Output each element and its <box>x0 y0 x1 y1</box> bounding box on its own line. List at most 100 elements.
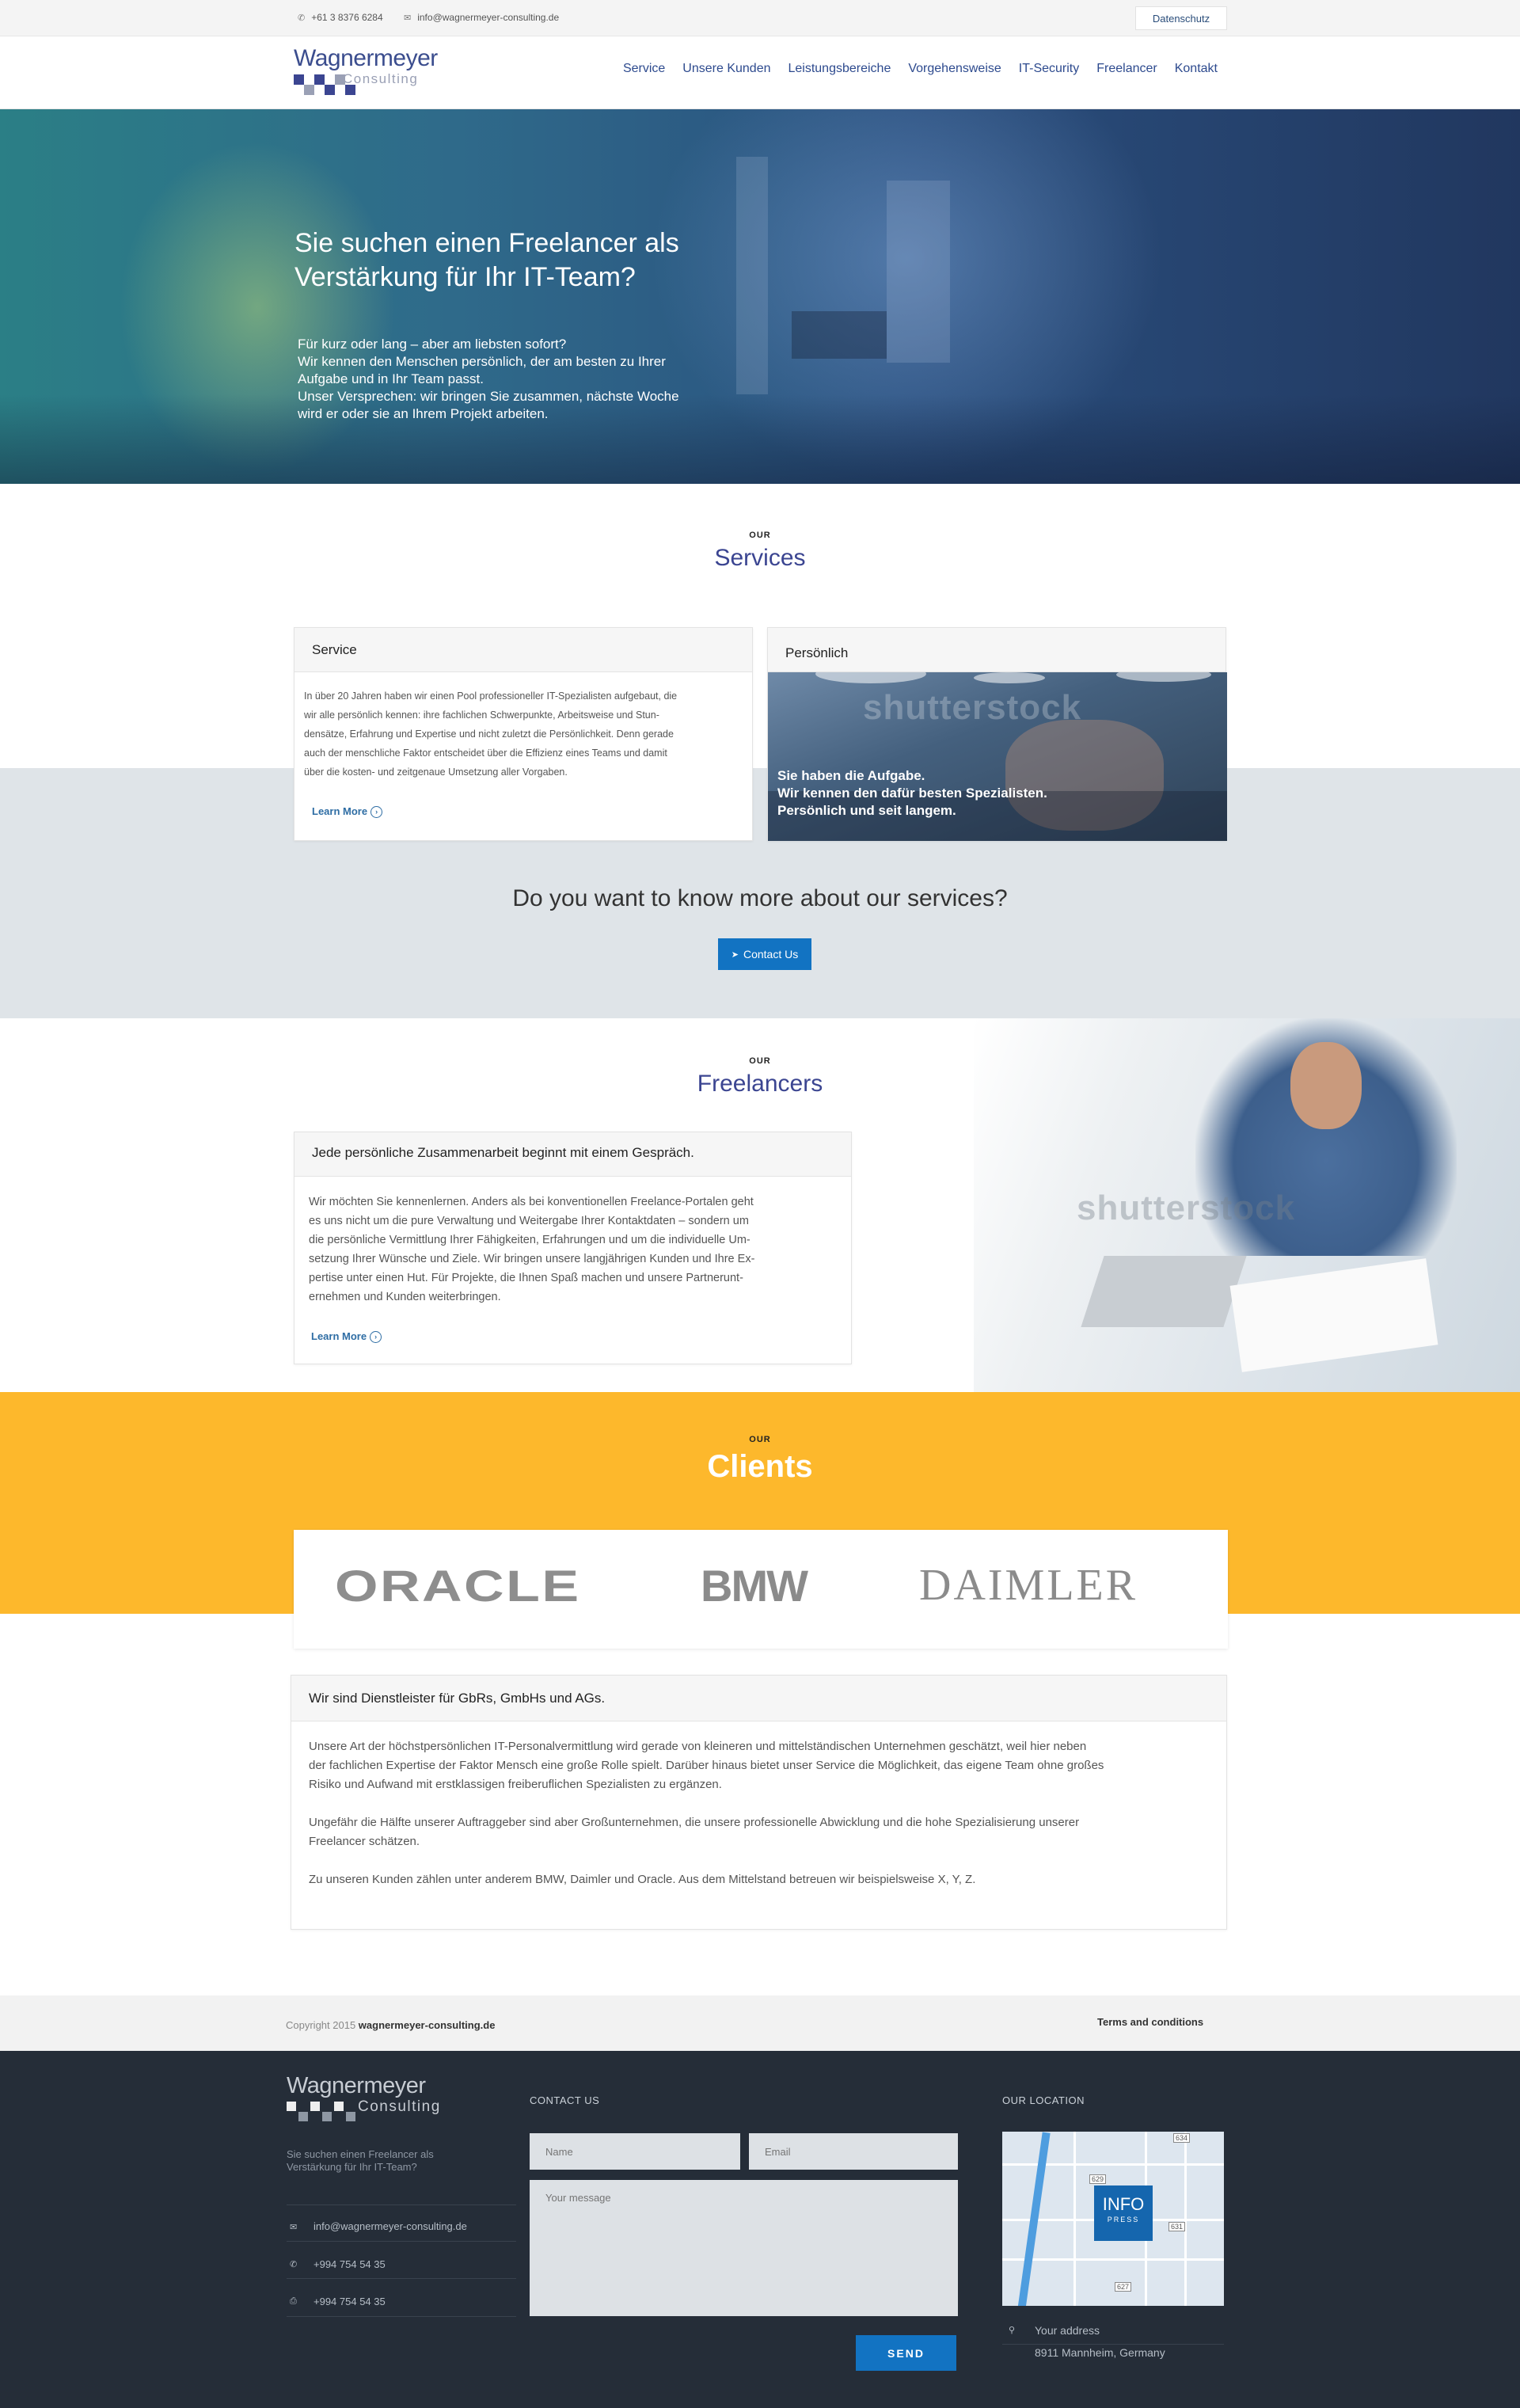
divider <box>287 2278 516 2279</box>
hero-text-line: Für kurz oder lang – aber am liebsten so… <box>298 337 567 352</box>
hero-title: Sie suchen einen Freelancer als Verstärk… <box>294 228 679 292</box>
freelancer-card-line: ernehmen und Kunden weiterbringen. <box>309 1291 501 1303</box>
divider <box>287 2316 516 2317</box>
footer-email[interactable]: info@wagnermeyer-consulting.de <box>314 2220 467 2232</box>
clients-label: OUR <box>749 1435 771 1444</box>
persoenlich-card-title: Persönlich <box>768 628 1226 672</box>
map-road <box>1184 2132 1187 2306</box>
nav-item-leistungsbereiche[interactable]: Leistungsbereiche <box>788 62 891 76</box>
about-line: der fachlichen Expertise der Faktor Mens… <box>309 1759 1104 1772</box>
site-logo[interactable]: Wagnermeyer Consulting <box>294 46 438 100</box>
client-logos: ORACLE BMW DAIMLER <box>294 1530 1228 1649</box>
topbar-phone-text: +61 3 8376 6284 <box>311 12 383 23</box>
about-card-text: Unsere Art der höchstpersönlichen IT-Per… <box>291 1721 1226 1889</box>
map-road <box>1002 2258 1224 2261</box>
chevron-right-icon: › <box>370 806 383 819</box>
map-badge-sub: PRESS <box>1107 2216 1140 2224</box>
chevron-right-icon: › <box>370 1331 382 1344</box>
footer-logo-sub: Consulting <box>358 2098 441 2115</box>
contact-us-button[interactable]: ➤ Contact Us <box>718 938 811 970</box>
logo-square <box>287 2102 296 2111</box>
arrow-circle-icon: ➤ <box>731 949 739 960</box>
datenschutz-button[interactable]: Datenschutz <box>1135 6 1227 30</box>
footer-tagline: Sie suchen einen Freelancer als Verstärk… <box>287 2148 434 2174</box>
logo-square <box>322 2112 332 2121</box>
service-learn-more-link[interactable]: Learn More › <box>312 805 383 819</box>
service-card: Service In über 20 Jahren haben wir eine… <box>294 627 753 841</box>
service-card-line: In über 20 Jahren haben wir einen Pool p… <box>304 690 678 702</box>
footer-logo[interactable]: Wagnermeyer Consulting <box>287 2073 461 2128</box>
freelancer-card: Jede persönliche Zusammenarbeit beginnt … <box>294 1132 852 1364</box>
divider <box>1002 2344 1224 2345</box>
freelancer-card-line: pertise unter einen Hut. Für Projekte, d… <box>309 1272 743 1284</box>
send-button[interactable]: SEND <box>856 2335 956 2371</box>
sketch-paper <box>1229 1258 1438 1372</box>
service-card-line: über die kosten- und zeitgenaue Umsetzun… <box>304 767 568 778</box>
email-input[interactable] <box>749 2133 958 2170</box>
freelancer-card-title: Jede persönliche Zusammenarbeit beginnt … <box>294 1132 851 1177</box>
watermark: shutterstock <box>1077 1189 1296 1227</box>
map-marker-icon: ⚲ <box>1009 2326 1016 2335</box>
contact-us-label: Contact Us <box>743 948 799 961</box>
copyright-domain: wagnermeyer-consulting.de <box>358 2019 496 2031</box>
logo-square <box>304 85 314 95</box>
nav-item-unsere-kunden[interactable]: Unsere Kunden <box>682 62 770 76</box>
bmw-logo: BMW <box>701 1561 808 1611</box>
map-label: 627 <box>1115 2282 1132 2292</box>
laptop <box>1081 1256 1247 1327</box>
freelancer-card-line: es uns nicht um die pure Verwaltung und … <box>309 1215 749 1227</box>
nav-item-freelancer[interactable]: Freelancer <box>1096 62 1157 76</box>
nav-item-vorgehensweise[interactable]: Vorgehensweise <box>908 62 1001 76</box>
services-title: Services <box>714 545 806 571</box>
copyright-text: Copyright 2015 <box>286 2019 356 2031</box>
topbar-email-text: info@wagnermeyer-consulting.de <box>417 12 560 23</box>
service-card-title: Service <box>294 628 752 672</box>
freelancer-card-line: die persönliche Vermittlung Ihrer Fähigk… <box>309 1234 750 1246</box>
map-label: 629 <box>1089 2174 1107 2184</box>
hero-banner: Sie suchen einen Freelancer als Verstärk… <box>0 109 1520 484</box>
services-label: OUR <box>749 531 771 540</box>
about-line: Zu unseren Kunden zählen unter anderem B… <box>309 1873 976 1886</box>
location-map[interactable]: 634 629 631 627 INFO PRESS <box>1002 2132 1224 2306</box>
map-label: 634 <box>1173 2133 1191 2143</box>
topbar-phone[interactable]: ✆ +61 3 8376 6284 <box>298 12 383 23</box>
footer-phone[interactable]: +994 754 54 35 <box>314 2258 386 2270</box>
logo-square <box>346 2112 355 2121</box>
nav-item-service[interactable]: Service <box>623 62 665 76</box>
terms-link[interactable]: Terms and conditions <box>1097 2016 1203 2028</box>
main-nav: Service Unsere Kunden Leistungsbereiche … <box>606 62 1218 76</box>
phone-icon: ✆ <box>298 13 306 23</box>
cta-question: Do you want to know more about our servi… <box>512 885 1008 911</box>
clients-title: Clients <box>707 1449 813 1484</box>
freelancer-card-line: setzung Ihrer Wünsche und Ziele. Wir bri… <box>309 1253 755 1265</box>
map-pin: INFO PRESS <box>1094 2185 1153 2241</box>
caption-line: Persönlich und seit langem. <box>777 803 956 818</box>
nav-item-kontakt[interactable]: Kontakt <box>1175 62 1218 76</box>
footer-tagline-line: Verstärkung für Ihr IT-Team? <box>287 2161 417 2173</box>
freelancers-label: OUR <box>749 1056 771 1066</box>
hero-shape <box>736 157 768 394</box>
learn-more-label: Learn More <box>312 805 368 817</box>
footer-logo-name: Wagnermeyer <box>287 2073 426 2098</box>
name-input[interactable] <box>530 2133 740 2170</box>
service-card-line: densätze, Erfahrung und Expertise und ni… <box>304 728 674 740</box>
divider <box>287 2241 516 2242</box>
service-card-line: wir alle persönlich kennen: ihre fachlic… <box>304 709 659 721</box>
hero-text: Für kurz oder lang – aber am liebsten so… <box>298 336 741 423</box>
fax-icon: ⎙ <box>290 2296 297 2306</box>
page: ✆ +61 3 8376 6284 ✉ info@wagnermeyer-consu… <box>0 0 1520 2408</box>
hero-shape <box>887 181 950 363</box>
phone-icon: ✆ <box>290 2260 298 2269</box>
hero-text-line: Aufgabe und in Ihr Team passt. <box>298 371 484 386</box>
top-bar: ✆ +61 3 8376 6284 ✉ info@wagnermeyer-consu… <box>0 0 1520 36</box>
lamp-light <box>1116 672 1211 682</box>
footer-fax: +994 754 54 35 <box>314 2296 386 2307</box>
nav-item-it-security[interactable]: IT-Security <box>1019 62 1079 76</box>
topbar-email[interactable]: ✉ info@wagnermeyer-consulting.de <box>404 12 559 23</box>
oracle-logo: ORACLE <box>335 1561 581 1611</box>
logo-square <box>310 2102 320 2111</box>
message-textarea[interactable] <box>530 2180 958 2316</box>
freelancer-learn-more-link[interactable]: Learn More › <box>311 1330 382 1344</box>
lamp-light <box>815 672 926 683</box>
divider <box>287 2204 516 2205</box>
